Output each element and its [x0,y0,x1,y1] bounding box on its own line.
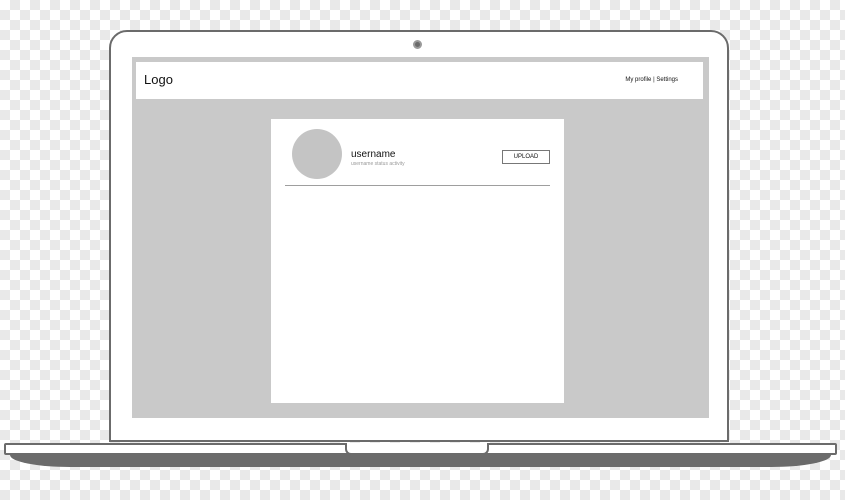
laptop-base-bottom [10,455,831,467]
top-navigation-bar: Logo My profile | Settings [136,62,703,99]
settings-link[interactable]: Settings [656,77,678,83]
camera-icon [413,40,422,49]
logo[interactable]: Logo [144,72,173,87]
upload-button[interactable]: UPLOAD [502,150,550,164]
divider [285,185,550,186]
avatar [292,129,342,179]
laptop-notch [345,443,489,455]
top-nav-links: My profile | Settings [625,77,678,83]
my-profile-link[interactable]: My profile [625,77,651,83]
username-label: username [351,149,396,160]
status-activity-text: username status activity [351,161,405,167]
profile-card: username username status activity UPLOAD [271,119,564,403]
